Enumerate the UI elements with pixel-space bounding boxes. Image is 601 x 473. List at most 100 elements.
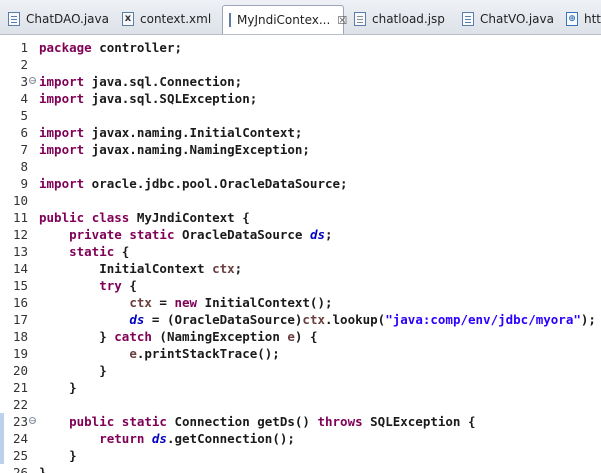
code-line[interactable]: 13 static { [0, 243, 601, 260]
code-token: oracle.jdbc.pool.OracleDataSource; [84, 176, 348, 191]
code-text: } [39, 362, 107, 379]
code-line[interactable]: 6 import javax.naming.InitialContext; [0, 124, 601, 141]
code-token: java.sql.SQLException; [84, 91, 258, 106]
code-line[interactable]: 4 import java.sql.SQLException; [0, 90, 601, 107]
code-line[interactable]: 10 [0, 192, 601, 209]
code-text: } [39, 447, 77, 464]
line-number: 7 [20, 142, 28, 157]
code-token: OracleDataSource [174, 227, 310, 242]
code-token: controller; [91, 40, 182, 55]
jsp-file-icon [354, 12, 366, 26]
java-file-icon [8, 12, 20, 26]
code-line[interactable]: 15 try { [0, 277, 601, 294]
code-text: static { [39, 243, 129, 260]
code-token: ctx [129, 295, 152, 310]
code-text: package controller; [39, 39, 182, 56]
code-token: .getConnection(); [166, 431, 295, 446]
line-number: 19 [12, 346, 28, 361]
code-line[interactable]: 19 e.printStackTrace(); [0, 345, 601, 362]
code-text: public class MyJndiContext { [39, 209, 250, 226]
editor-tab-bar: ChatDAO.java x context.xml MyJndiContex.… [0, 0, 601, 35]
code-line[interactable]: 11 public class MyJndiContext { [0, 209, 601, 226]
fold-collapse-icon[interactable]: − [29, 77, 36, 85]
tab-chatload-jsp[interactable]: chatload.jsp [348, 6, 452, 32]
code-editor[interactable]: 1 package controller; 2 3− import java.sql.C… [0, 35, 601, 473]
code-token: ; [234, 261, 243, 276]
code-line[interactable]: 7 import javax.naming.NamingException; [0, 141, 601, 158]
tab-label: context.xml [140, 12, 212, 26]
code-token: import [39, 91, 85, 106]
code-token: javax.naming.InitialContext; [84, 125, 303, 140]
code-text: ds = (OracleDataSource)ctx.lookup("java:… [39, 311, 596, 328]
xml-file-icon: x [122, 12, 134, 26]
tab-myjndicontext-java[interactable]: MyJndiContex... ☒ [222, 5, 347, 34]
code-line[interactable]: 21 } [0, 379, 601, 396]
code-line[interactable]: 23− public static Connection getDs() thr… [0, 413, 601, 430]
code-line[interactable]: 24 return ds.getConnection(); [0, 430, 601, 447]
code-line[interactable]: 8 [0, 158, 601, 175]
code-token: { [121, 278, 137, 293]
code-token: Connection getDs() [166, 414, 318, 429]
code-line[interactable]: 2 [0, 56, 601, 73]
code-token: public [69, 414, 115, 429]
code-text: ctx = new InitialContext(); [39, 294, 332, 311]
tab-label: ChatDAO.java [26, 12, 109, 26]
code-line[interactable]: 3− import java.sql.Connection; [0, 73, 601, 90]
code-line[interactable]: 12 private static OracleDataSource ds; [0, 226, 601, 243]
code-line[interactable]: 26} [0, 464, 601, 473]
code-token: import [39, 176, 85, 191]
code-text: import java.sql.Connection; [39, 73, 242, 90]
fold-collapse-icon[interactable]: − [29, 417, 36, 425]
tab-label: http [584, 12, 601, 26]
close-tab-icon[interactable]: ☒ [337, 14, 347, 27]
line-number: 23 [12, 414, 28, 429]
code-line[interactable]: 22 [0, 396, 601, 413]
code-token: e [287, 329, 295, 344]
code-token: e [129, 346, 137, 361]
code-line[interactable]: 14 InitialContext ctx; [0, 260, 601, 277]
line-number: 17 [12, 312, 28, 327]
tab-label: chatload.jsp [372, 12, 445, 26]
code-text: private static OracleDataSource ds; [39, 226, 332, 243]
tab-label: ChatVO.java [480, 12, 554, 26]
code-line[interactable]: 25 } [0, 447, 601, 464]
code-token: import [39, 74, 85, 89]
code-token: static [121, 414, 167, 429]
code-token: catch [114, 329, 152, 344]
code-line[interactable]: 18 } catch (NamingException e) { [0, 328, 601, 345]
code-line[interactable]: 16 ctx = new InitialContext(); [0, 294, 601, 311]
line-number: 11 [12, 210, 28, 225]
code-text: InitialContext ctx; [39, 260, 242, 277]
code-text: } [39, 379, 77, 396]
line-number: 9 [20, 176, 28, 191]
code-token: class [91, 210, 130, 225]
code-line[interactable]: 20 } [0, 362, 601, 379]
tab-chatvo-java[interactable]: ChatVO.java [456, 6, 560, 32]
tab-context-xml[interactable]: x context.xml [116, 6, 226, 32]
tab-http[interactable]: ⊕ http [560, 6, 601, 32]
line-number: 3 [20, 74, 28, 89]
code-line[interactable]: 9 import oracle.jdbc.pool.OracleDataSourc… [0, 175, 601, 192]
code-token: } [39, 363, 107, 378]
line-number: 14 [12, 261, 28, 276]
code-token: ds [151, 431, 167, 446]
code-token: MyJndiContext { [129, 210, 250, 225]
code-line[interactable]: 5 [0, 107, 601, 124]
code-line[interactable]: 17 ds = (OracleDataSource)ctx.lookup("ja… [0, 311, 601, 328]
line-number: 6 [20, 125, 28, 140]
tab-chatdao-java[interactable]: ChatDAO.java [2, 6, 112, 32]
code-text: } catch (NamingException e) { [39, 328, 317, 345]
code-line[interactable]: 1 package controller; [0, 39, 601, 56]
code-token: static [129, 227, 175, 242]
code-token: throws [317, 414, 363, 429]
code-token: .printStackTrace(); [136, 346, 280, 361]
code-text: public static Connection getDs() throws … [39, 413, 475, 430]
